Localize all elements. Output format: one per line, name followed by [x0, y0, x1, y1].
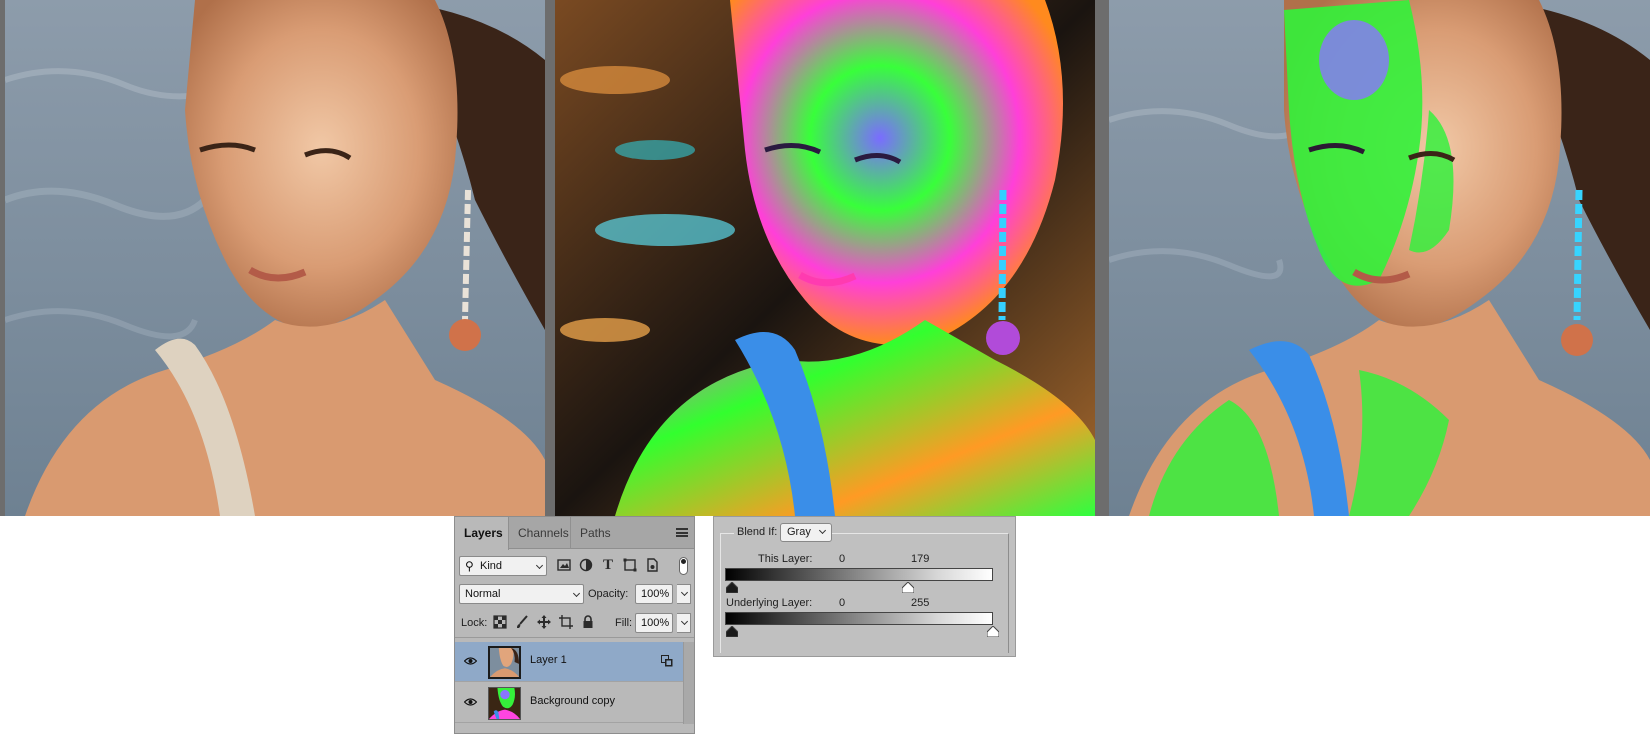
blending-options-icon	[661, 655, 673, 667]
layer-thumbnail	[488, 687, 521, 720]
chevron-down-icon	[680, 617, 689, 626]
chevron-down-icon	[818, 526, 827, 535]
blended-photo	[1109, 0, 1650, 516]
this-layer-label: This Layer:	[758, 553, 813, 565]
type-filter-icon[interactable]: T	[600, 557, 616, 573]
chevron-down-icon	[535, 561, 544, 570]
lock-artboard-icon[interactable]	[558, 614, 574, 630]
panel-menu-icon[interactable]	[676, 528, 688, 537]
panel-tab-bar: Layers Channels Paths	[455, 517, 694, 550]
blend-if-channel-dropdown[interactable]: Gray	[780, 523, 832, 542]
this-layer-low-value: 0	[839, 553, 846, 565]
layers-scrollbar[interactable]	[683, 642, 694, 724]
tab-channels[interactable]: Channels	[509, 517, 571, 549]
lock-image-pixels-icon[interactable]	[514, 614, 530, 630]
smart-object-filter-icon[interactable]	[644, 557, 660, 573]
lock-all-icon[interactable]	[580, 614, 596, 630]
opacity-dropdown-button[interactable]	[677, 584, 691, 604]
eye-icon[interactable]	[463, 697, 478, 707]
underlying-layer-high-value: 255	[911, 597, 930, 609]
blend-mode-value: Normal	[465, 588, 501, 600]
search-icon: ⚲	[465, 559, 474, 573]
filter-toggle-switch[interactable]	[679, 557, 688, 575]
lock-transparent-pixels-icon[interactable]	[492, 614, 508, 630]
chevron-down-icon	[680, 588, 689, 597]
layer-filter-row: ⚲ Kind T	[455, 553, 694, 581]
layers-panel: Layers Channels Paths ⚲ Kind T Normal Op…	[454, 516, 695, 734]
original-photo	[5, 0, 545, 516]
blend-mode-row: Normal Opacity: 100%	[455, 581, 694, 609]
layer-row-background-copy[interactable]: Background copy	[455, 683, 683, 723]
opacity-input[interactable]: 100%	[635, 584, 673, 604]
original-photo-panel	[5, 0, 545, 516]
chevron-down-icon	[572, 589, 581, 598]
this-layer-high-value: 179	[911, 553, 930, 565]
underlying-layer-label: Underlying Layer:	[726, 597, 813, 609]
blend-if-panel: Blend If: Gray This Layer: 0 179 Underly…	[713, 516, 1016, 657]
layer-name[interactable]: Layer 1	[530, 654, 567, 666]
fill-label: Fill:	[615, 617, 633, 629]
underlying-layer-gradient-ramp	[725, 612, 993, 625]
lock-position-icon[interactable]	[536, 614, 552, 630]
adjustment-filter-icon[interactable]	[578, 557, 594, 573]
psychedelic-copy-panel	[555, 0, 1095, 516]
lock-label: Lock:	[461, 617, 488, 629]
opacity-label: Opacity:	[588, 588, 629, 600]
blended-result-panel	[1109, 0, 1650, 516]
blend-mode-dropdown[interactable]: Normal	[459, 584, 584, 604]
filter-kind-label: Kind	[480, 560, 503, 572]
layer-thumbnail	[488, 646, 521, 679]
underlying-layer-white-slider[interactable]	[987, 626, 999, 637]
layer-name[interactable]: Background copy	[530, 695, 615, 707]
psychedelic-photo	[555, 0, 1095, 516]
this-layer-black-slider[interactable]	[726, 582, 738, 593]
opacity-value: 100%	[641, 588, 670, 600]
tab-paths[interactable]: Paths	[571, 517, 621, 549]
underlying-layer-black-slider[interactable]	[726, 626, 738, 637]
image-filter-icon[interactable]	[556, 557, 572, 573]
fill-input[interactable]: 100%	[635, 613, 673, 633]
image-comparison-strip	[0, 0, 1650, 516]
blend-if-group-frame	[720, 533, 1009, 653]
this-layer-white-slider[interactable]	[902, 582, 914, 593]
filter-kind-dropdown[interactable]: ⚲ Kind	[459, 556, 547, 576]
eye-icon[interactable]	[463, 656, 478, 666]
layer-row-layer-1[interactable]: Layer 1	[455, 642, 683, 682]
tab-layers[interactable]: Layers	[455, 517, 509, 550]
underlying-layer-low-value: 0	[839, 597, 846, 609]
blend-if-channel-value: Gray	[787, 526, 811, 538]
this-layer-gradient-ramp	[725, 568, 993, 581]
fill-dropdown-button[interactable]	[677, 613, 691, 633]
shape-filter-icon[interactable]	[622, 557, 638, 573]
lock-row: Lock: Fill: 100%	[455, 610, 694, 638]
fill-value: 100%	[641, 617, 670, 629]
blend-if-label: Blend If:	[734, 526, 781, 538]
